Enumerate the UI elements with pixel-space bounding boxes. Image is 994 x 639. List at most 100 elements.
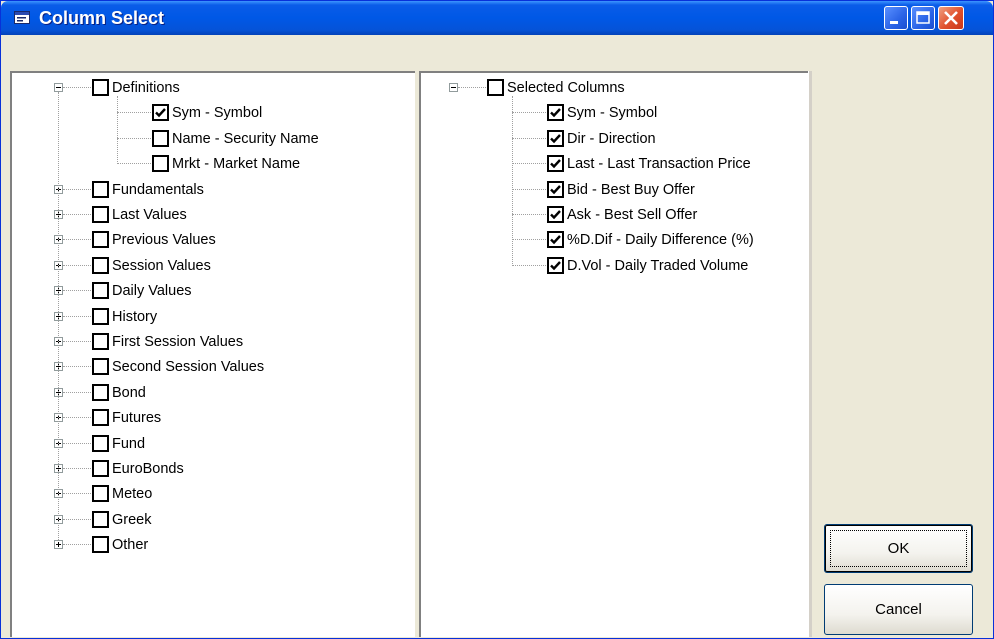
tree-connector — [63, 290, 91, 292]
ok-button[interactable]: OK — [824, 524, 973, 573]
tree-item-label: Ask - Best Sell Offer — [567, 207, 698, 223]
tree-item-label: Daily Values — [112, 283, 192, 300]
tree-connector — [58, 92, 59, 541]
tree-node-group[interactable]: Other — [12, 535, 415, 555]
tree-item-label: D.Vol - Daily Traded Volume — [567, 257, 749, 274]
tree-item-label: Sym - Symbol — [567, 105, 658, 122]
tree-leaf[interactable]: %D.Dif - Daily Difference (%) — [421, 230, 811, 250]
checked-checkbox-icon[interactable] — [547, 155, 564, 173]
checkbox-icon[interactable] — [92, 409, 109, 427]
tree-connector — [512, 163, 546, 165]
selected-columns-tree[interactable]: Selected Columns Sym - Symbol Dir - Direct… — [419, 71, 811, 637]
tree-connector — [512, 112, 546, 114]
tree-node-group[interactable]: Session Values — [12, 256, 415, 276]
checkbox-icon[interactable] — [92, 460, 109, 477]
tree-node-group[interactable]: Fundamentals — [12, 180, 415, 200]
checkbox-icon[interactable] — [152, 129, 169, 147]
close-button[interactable] — [938, 6, 964, 30]
tree-leaf[interactable]: Ask - Best Sell Offer — [421, 205, 811, 225]
checked-checkbox-icon[interactable] — [547, 206, 564, 223]
expand-icon[interactable] — [54, 540, 63, 550]
tree-leaf[interactable]: Last - Last Transaction Price — [421, 154, 811, 174]
tree-item-label: Fund — [112, 435, 146, 452]
tree-item-label: Previous Values — [112, 232, 216, 249]
tree-item-label: Meteo — [112, 486, 153, 503]
available-columns-tree[interactable]: Definitions Sym - Symbol Name - Security N… — [10, 71, 415, 637]
tree-connector — [117, 163, 151, 165]
cancel-button[interactable]: Cancel — [824, 584, 973, 635]
collapse-icon[interactable] — [449, 83, 458, 92]
tree-node-group[interactable]: Previous Values — [12, 230, 415, 250]
tree-leaf[interactable]: Sym - Symbol — [421, 103, 811, 123]
checkbox-icon[interactable] — [92, 206, 109, 223]
checkbox-icon[interactable] — [92, 510, 109, 528]
tree-node-group[interactable]: Fund — [12, 434, 415, 454]
tree-item-label: Bond — [112, 384, 146, 401]
checkbox-icon[interactable] — [92, 231, 109, 249]
tree-connector — [63, 341, 91, 342]
tree-node-group[interactable]: Futures — [12, 408, 415, 428]
checkbox-icon[interactable] — [92, 485, 109, 503]
tree-node-group[interactable]: EuroBonds — [12, 459, 415, 479]
tree-item-label: History — [112, 308, 158, 325]
checked-checkbox-icon[interactable] — [547, 104, 564, 122]
checkbox-icon[interactable] — [92, 256, 109, 274]
tree-node-group[interactable]: Daily Values — [12, 281, 415, 301]
tree-node-selected-columns[interactable]: Selected Columns — [421, 78, 811, 98]
checkbox-icon[interactable] — [92, 333, 109, 350]
checkbox-icon[interactable] — [92, 79, 109, 96]
tree-connector — [63, 239, 91, 241]
tree-connector — [458, 87, 486, 88]
tree-connector — [63, 391, 91, 393]
checkbox-icon[interactable] — [92, 307, 109, 325]
checkbox-icon[interactable] — [92, 358, 109, 376]
tree-connector — [63, 417, 91, 419]
checked-checkbox-icon[interactable] — [547, 231, 564, 249]
tree-leaf[interactable]: Mrkt - Market Name — [12, 154, 415, 174]
tree-node-group[interactable]: Bond — [12, 383, 415, 403]
tree-connector — [117, 137, 151, 139]
tree-node-group[interactable]: History — [12, 307, 415, 327]
tree-node-group[interactable]: Second Session Values — [12, 357, 415, 377]
column-select-dialog: Column Select Definitions Sym - Symbol Nam… — [0, 0, 994, 639]
tree-item-label: Bid - Best Buy Offer — [567, 181, 695, 198]
tree-item-label: Futures — [112, 410, 162, 427]
tree-node-group[interactable]: Last Values — [12, 205, 415, 225]
checked-checkbox-icon[interactable] — [547, 129, 564, 147]
checkbox-icon[interactable] — [92, 282, 109, 300]
tree-leaf[interactable]: Bid - Best Buy Offer — [421, 180, 811, 200]
tree-border — [808, 71, 812, 637]
tree-connector — [63, 315, 91, 317]
tree-connector — [117, 96, 118, 165]
maximize-button[interactable] — [911, 6, 935, 30]
tree-item-label: Second Session Values — [112, 359, 265, 376]
tree-item-label: %D.Dif - Daily Difference (%) — [567, 232, 754, 249]
checkbox-icon[interactable] — [92, 434, 109, 452]
tree-connector — [63, 366, 91, 368]
tree-leaf[interactable]: Sym - Symbol — [12, 103, 415, 123]
collapse-icon[interactable] — [54, 83, 63, 92]
tree-node-definitions[interactable]: Definitions — [12, 78, 415, 98]
tree-leaf[interactable]: D.Vol - Daily Traded Volume — [421, 256, 811, 276]
tree-leaf[interactable]: Dir - Direction — [421, 129, 811, 149]
checkbox-icon[interactable] — [92, 180, 109, 198]
tree-connector — [512, 188, 546, 190]
checkbox-icon[interactable] — [487, 79, 504, 96]
tree-connector — [63, 214, 91, 215]
checkbox-icon[interactable] — [152, 155, 169, 173]
tree-node-group[interactable]: Greek — [12, 510, 415, 530]
checkbox-icon[interactable] — [92, 383, 109, 401]
checked-checkbox-icon[interactable] — [152, 104, 169, 122]
tree-item-label: Last - Last Transaction Price — [567, 156, 751, 173]
checked-checkbox-icon[interactable] — [547, 180, 564, 198]
checkbox-icon[interactable] — [92, 536, 109, 554]
tree-leaf[interactable]: Name - Security Name — [12, 129, 415, 149]
tree-node-group[interactable]: First Session Values — [12, 332, 415, 352]
tree-connector — [512, 264, 546, 266]
tree-item-label: Definitions — [112, 80, 180, 96]
minimize-button[interactable] — [884, 6, 908, 30]
tree-node-group[interactable]: Meteo — [12, 484, 415, 504]
checked-checkbox-icon[interactable] — [547, 256, 564, 274]
tree-item-label: Last Values — [112, 207, 187, 223]
title-bar[interactable]: Column Select — [1, 1, 993, 35]
